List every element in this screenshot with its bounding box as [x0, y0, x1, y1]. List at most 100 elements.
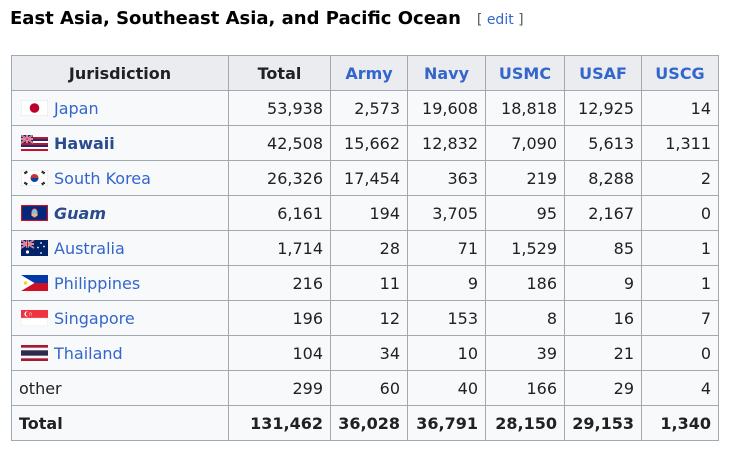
jurisdiction-link-thailand[interactable]: Thailand [54, 344, 123, 363]
value-cell: 26,326 [228, 160, 331, 196]
table-row: Guam 6,161 194 3,705 95 2,167 0 [11, 195, 719, 231]
value-cell: 2 [641, 160, 719, 196]
value-cell: 8 [485, 300, 565, 336]
value-cell: 3,705 [407, 195, 486, 231]
value-cell: 12 [330, 300, 408, 336]
value-cell: 12,832 [407, 125, 486, 161]
value-cell: 53,938 [228, 90, 331, 126]
value-cell: 40 [407, 370, 486, 406]
edit-link[interactable]: edit [487, 12, 514, 28]
value-cell: 299 [228, 370, 331, 406]
total-value-cell: 28,150 [485, 405, 565, 441]
value-cell: 104 [228, 335, 331, 371]
singapore-flag-icon [21, 309, 48, 326]
value-cell: 17,454 [330, 160, 408, 196]
value-cell: 219 [485, 160, 565, 196]
australia-flag-icon [21, 239, 48, 256]
value-cell: 1 [641, 265, 719, 301]
jurisdiction-link-south-korea[interactable]: South Korea [54, 169, 151, 188]
section-title: East Asia, Southeast Asia, and Pacific O… [10, 8, 461, 29]
jurisdiction-cell: Hawaii [11, 125, 229, 161]
value-cell: 8,288 [564, 160, 642, 196]
value-cell: 4 [641, 370, 719, 406]
value-cell: 95 [485, 195, 565, 231]
table-row: South Korea 26,326 17,454 363 219 8,288 … [11, 160, 719, 196]
value-cell: 186 [485, 265, 565, 301]
value-cell: 39 [485, 335, 565, 371]
value-cell: 28 [330, 230, 408, 266]
value-cell: 363 [407, 160, 486, 196]
table-row: other 299 60 40 166 29 4 [11, 370, 719, 406]
value-cell: 1 [641, 230, 719, 266]
header-total[interactable]: Total [228, 55, 331, 91]
value-cell: 7,090 [485, 125, 565, 161]
jurisdiction-label-other: other [19, 378, 62, 398]
total-value-cell: 36,791 [407, 405, 486, 441]
table-row: Japan 53,938 2,573 19,608 18,818 12,925 … [11, 90, 719, 126]
personnel-table: Jurisdiction Total Army Navy USMC USAF U… [11, 55, 719, 441]
value-cell: 0 [641, 195, 719, 231]
value-cell: 2,167 [564, 195, 642, 231]
value-cell: 194 [330, 195, 408, 231]
thailand-flag-icon [21, 344, 48, 361]
japan-flag-icon [21, 99, 48, 116]
edit-section: [ edit ] [476, 12, 524, 28]
jurisdiction-link-philippines[interactable]: Philippines [54, 274, 140, 293]
value-cell: 60 [330, 370, 408, 406]
jurisdiction-cell: Singapore [11, 300, 229, 336]
jurisdiction-cell: Thailand [11, 335, 229, 371]
value-cell: 21 [564, 335, 642, 371]
value-cell: 1,529 [485, 230, 565, 266]
header-army[interactable]: Army [330, 55, 408, 91]
value-cell: 153 [407, 300, 486, 336]
jurisdiction-cell: South Korea [11, 160, 229, 196]
value-cell: 29 [564, 370, 642, 406]
total-label: Total [11, 405, 229, 441]
section-heading: East Asia, Southeast Asia, and Pacific O… [10, 8, 524, 38]
value-cell: 15,662 [330, 125, 408, 161]
hawaii-flag-icon [21, 134, 48, 151]
value-cell: 2,573 [330, 90, 408, 126]
table-row: Hawaii 42,508 15,662 12,832 7,090 5,613 … [11, 125, 719, 161]
header-navy[interactable]: Navy [407, 55, 486, 91]
jurisdiction-cell: Philippines [11, 265, 229, 301]
total-value-cell: 1,340 [641, 405, 719, 441]
value-cell: 10 [407, 335, 486, 371]
value-cell: 9 [407, 265, 486, 301]
jurisdiction-cell: Japan [11, 90, 229, 126]
value-cell: 14 [641, 90, 719, 126]
jurisdiction-link-japan[interactable]: Japan [54, 99, 99, 118]
value-cell: 9 [564, 265, 642, 301]
jurisdiction-cell: Australia [11, 230, 229, 266]
header-row: Jurisdiction Total Army Navy USMC USAF U… [11, 55, 719, 91]
header-jurisdiction[interactable]: Jurisdiction [11, 55, 229, 91]
total-row: Total 131,462 36,028 36,791 28,150 29,15… [11, 405, 719, 441]
value-cell: 7 [641, 300, 719, 336]
jurisdiction-cell: other [11, 370, 229, 406]
jurisdiction-link-singapore[interactable]: Singapore [54, 309, 135, 328]
value-cell: 216 [228, 265, 331, 301]
total-value-cell: 29,153 [564, 405, 642, 441]
table-row: Singapore 196 12 153 8 16 7 [11, 300, 719, 336]
value-cell: 166 [485, 370, 565, 406]
value-cell: 71 [407, 230, 486, 266]
philippines-flag-icon [21, 274, 48, 291]
value-cell: 19,608 [407, 90, 486, 126]
value-cell: 42,508 [228, 125, 331, 161]
table-row: Philippines 216 11 9 186 9 1 [11, 265, 719, 301]
table-row: Thailand 104 34 10 39 21 0 [11, 335, 719, 371]
header-usaf[interactable]: USAF [564, 55, 642, 91]
jurisdiction-link-guam[interactable]: Guam [54, 204, 106, 223]
value-cell: 5,613 [564, 125, 642, 161]
south-korea-flag-icon [21, 169, 48, 186]
header-uscg[interactable]: USCG [641, 55, 719, 91]
jurisdiction-link-hawaii[interactable]: Hawaii [54, 134, 115, 153]
header-usmc[interactable]: USMC [485, 55, 565, 91]
jurisdiction-cell: Guam [11, 195, 229, 231]
total-value-cell: 36,028 [330, 405, 408, 441]
value-cell: 85 [564, 230, 642, 266]
value-cell: 16 [564, 300, 642, 336]
jurisdiction-link-australia[interactable]: Australia [54, 239, 125, 258]
value-cell: 0 [641, 335, 719, 371]
value-cell: 12,925 [564, 90, 642, 126]
